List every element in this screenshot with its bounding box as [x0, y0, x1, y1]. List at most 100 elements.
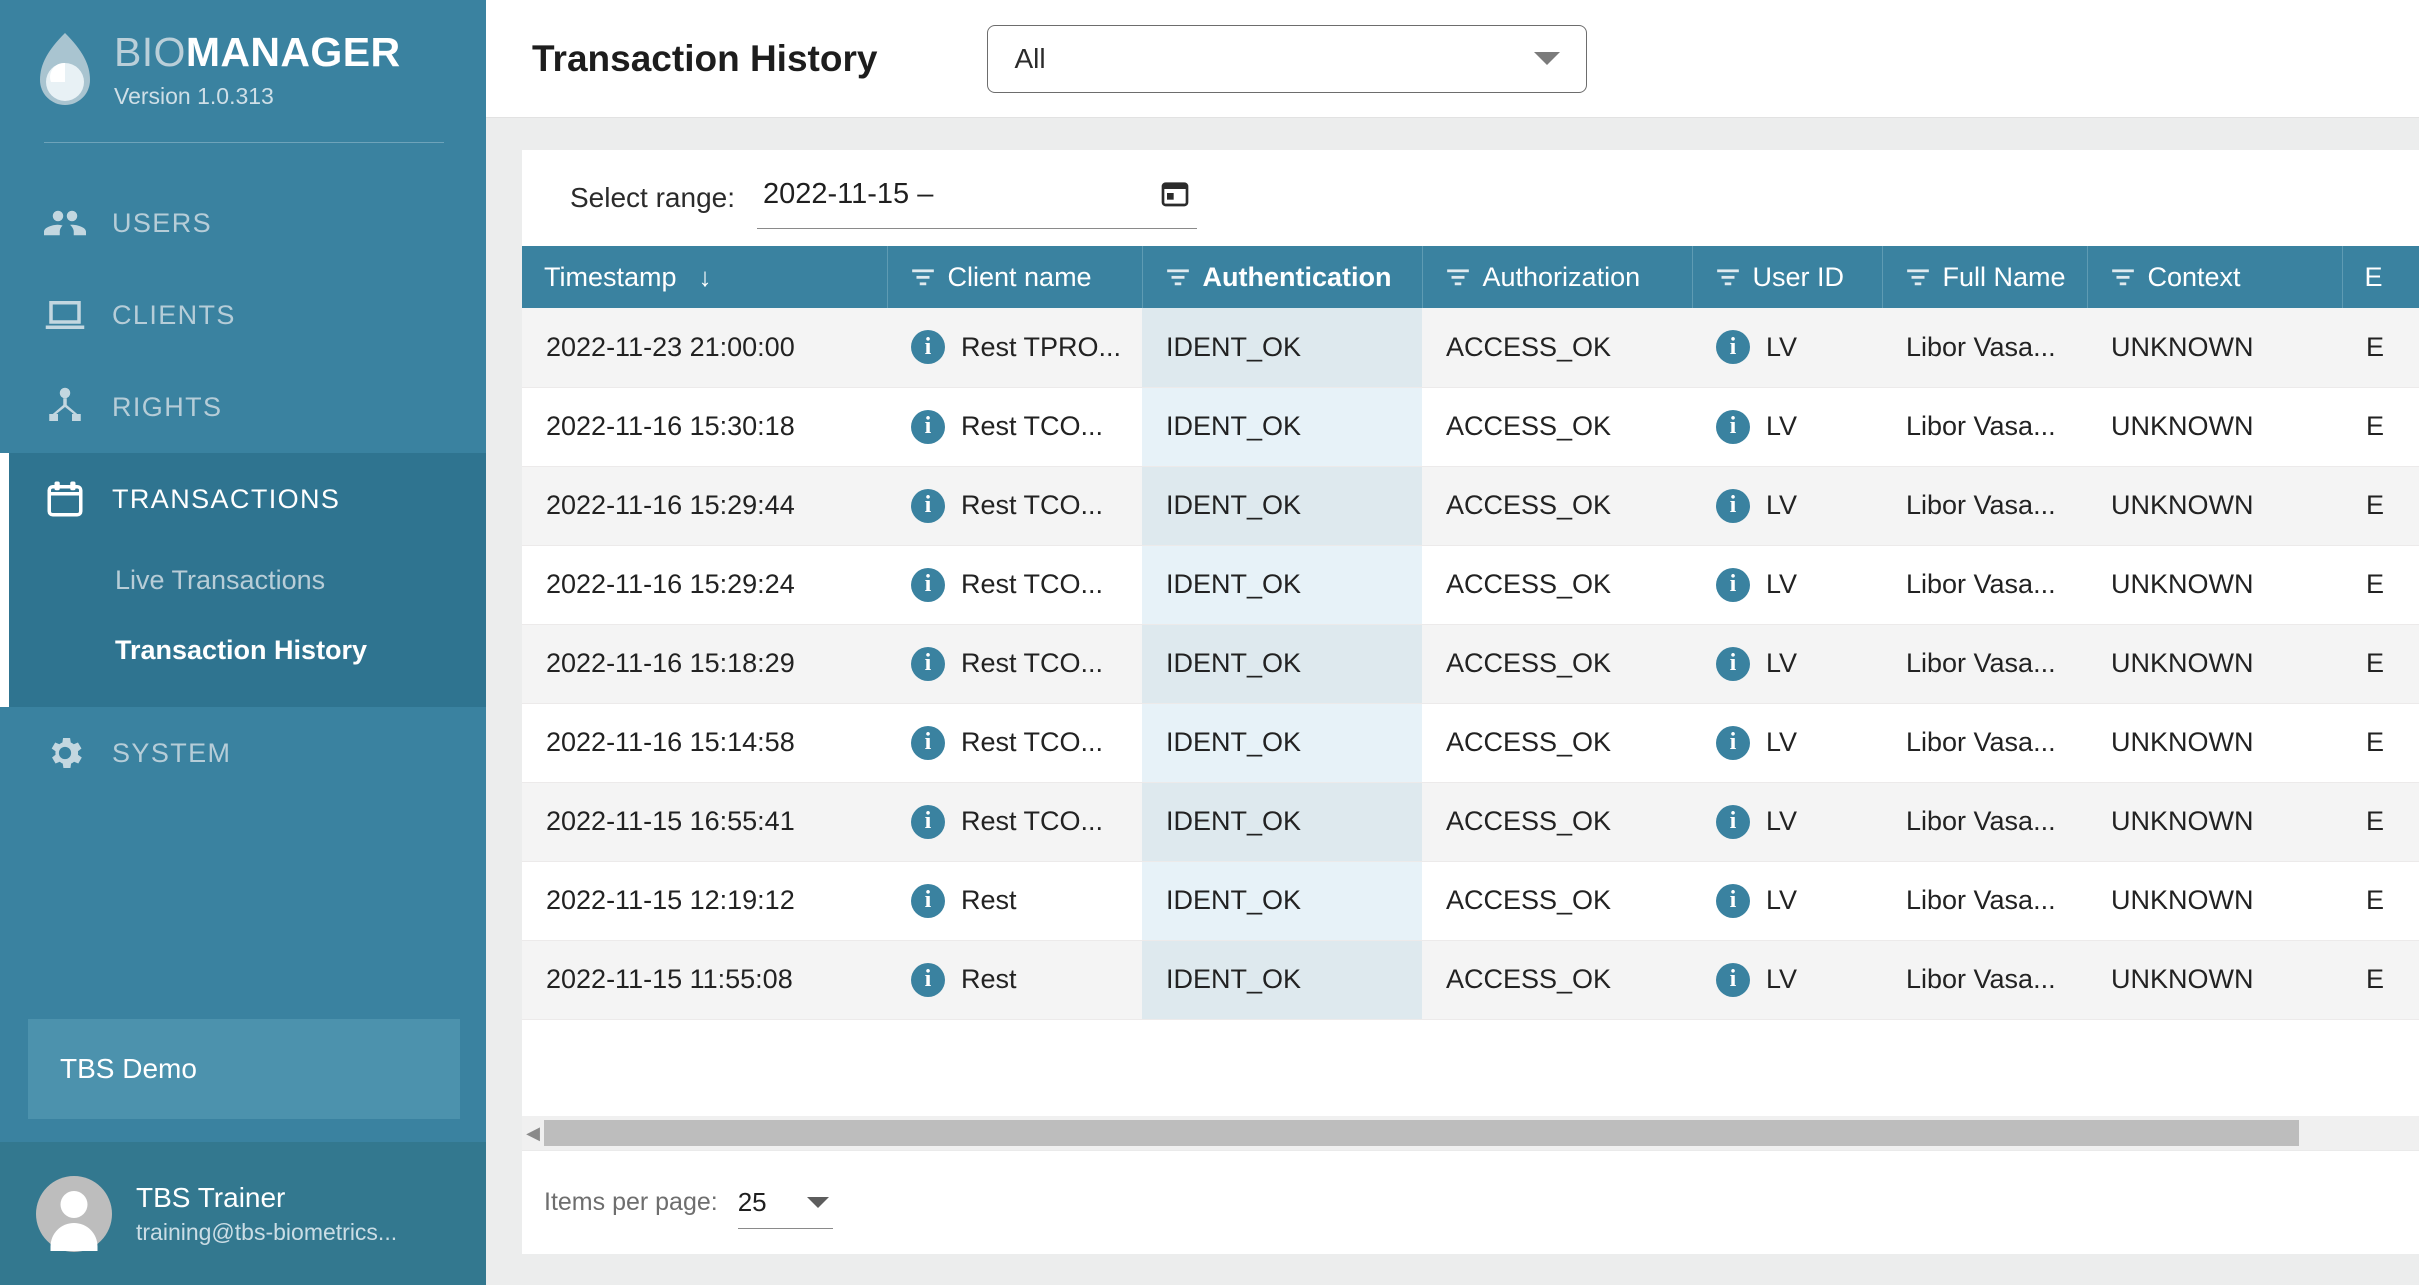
date-range-row: Select range: 2022-11-15 –: [522, 150, 2419, 246]
cell-full-name: Libor Vasa...: [1882, 308, 2087, 388]
cell-client-name: i Rest TCO...: [887, 545, 1142, 625]
column-header-extra[interactable]: E: [2342, 246, 2419, 308]
cell-authorization: ACCESS_OK: [1422, 782, 1692, 862]
status-filter-select[interactable]: All: [987, 24, 1588, 93]
scroll-left-arrow-icon[interactable]: ◀: [522, 1123, 544, 1144]
table-row[interactable]: 2022-11-23 21:00:00 i Rest TPRO... IDENT_OK…: [522, 308, 2419, 388]
cell-authorization: ACCESS_OK: [1422, 466, 1692, 546]
column-label: User ID: [1752, 261, 1845, 292]
sidebar-item-clients[interactable]: CLIENTS: [0, 269, 486, 361]
cell-authentication: IDENT_OK: [1142, 308, 1422, 388]
sidebar-item-label: CLIENTS: [112, 299, 236, 330]
main-area: Transaction History All Clear filters Se…: [486, 0, 2419, 1285]
cell-user-id: i LV: [1692, 861, 1882, 941]
tenant-label: TBS Demo: [60, 1053, 197, 1084]
table-row[interactable]: 2022-11-16 15:29:44 i Rest TCO... IDENT_OK A…: [522, 466, 2419, 546]
user-profile-bar[interactable]: TBS Trainer training@tbs-biometrics...: [0, 1142, 486, 1285]
cell-authorization: ACCESS_OK: [1422, 545, 1692, 625]
cell-client-name: i Rest: [887, 940, 1142, 1020]
filter-icon[interactable]: [910, 264, 936, 290]
sidebar: BIOMANAGER Version 1.0.313 USERS CLIENTS: [0, 0, 486, 1285]
date-range-label: Select range:: [570, 182, 735, 213]
info-icon[interactable]: i: [911, 804, 945, 839]
filter-icon[interactable]: [1445, 264, 1471, 290]
table-row[interactable]: 2022-11-15 16:55:41 i Rest TCO... IDENT_OK A…: [522, 782, 2419, 862]
column-header-user-id[interactable]: User ID: [1692, 246, 1883, 308]
cell-full-name: Libor Vasa...: [1882, 624, 2087, 704]
sidebar-item-label: USERS: [112, 207, 213, 238]
info-icon[interactable]: i: [911, 646, 945, 681]
filter-icon[interactable]: [1905, 264, 1931, 290]
column-header-client-name[interactable]: Client name: [887, 246, 1143, 308]
info-icon[interactable]: i: [1716, 962, 1750, 997]
column-header-timestamp[interactable]: Timestamp ↓: [522, 246, 888, 308]
filter-icon[interactable]: [1715, 264, 1741, 290]
sidebar-subitem-label: Live Transactions: [115, 564, 326, 595]
items-per-page-select[interactable]: 25: [737, 1177, 833, 1229]
cell-context: UNKNOWN: [2087, 782, 2342, 862]
cell-user-id: i LV: [1692, 308, 1882, 388]
info-icon[interactable]: i: [1716, 567, 1750, 602]
sidebar-item-transactions[interactable]: TRANSACTIONS: [9, 453, 486, 545]
info-icon[interactable]: i: [1716, 725, 1750, 760]
info-icon[interactable]: i: [911, 962, 945, 997]
info-icon[interactable]: i: [911, 725, 945, 760]
cell-full-name: Libor Vasa...: [1882, 703, 2087, 783]
column-header-authorization[interactable]: Authorization: [1422, 246, 1693, 308]
calendar-picker-button[interactable]: [1159, 177, 1191, 212]
cell-timestamp: 2022-11-23 21:00:00: [522, 308, 887, 388]
sidebar-subitem-transaction-history[interactable]: Transaction History: [9, 615, 486, 685]
table-row[interactable]: 2022-11-16 15:29:24 i Rest TCO... IDENT_OK A…: [522, 545, 2419, 625]
items-per-page-value: 25: [737, 1186, 767, 1217]
info-icon[interactable]: i: [911, 567, 945, 602]
cell-authentication: IDENT_OK: [1142, 545, 1422, 625]
column-header-context[interactable]: Context: [2087, 246, 2343, 308]
sidebar-item-rights[interactable]: RIGHTS: [0, 361, 486, 453]
users-icon: [44, 202, 86, 244]
cell-full-name: Libor Vasa...: [1882, 940, 2087, 1020]
column-header-authentication[interactable]: Authentication: [1142, 246, 1423, 308]
brand-title: BIOMANAGER: [114, 32, 400, 73]
info-icon[interactable]: i: [911, 488, 945, 523]
filter-icon[interactable]: [1165, 264, 1191, 290]
column-label: Authentication: [1202, 261, 1392, 292]
cell-extra: E: [2342, 782, 2419, 862]
scrollbar-thumb[interactable]: [544, 1120, 2299, 1146]
cell-context: UNKNOWN: [2087, 861, 2342, 941]
filter-icon[interactable]: [2110, 264, 2136, 290]
info-icon[interactable]: i: [911, 409, 945, 444]
user-name: TBS Trainer: [136, 1181, 286, 1213]
tenant-selector[interactable]: TBS Demo: [28, 1019, 460, 1119]
sidebar-item-users[interactable]: USERS: [0, 177, 486, 269]
calendar-picker-icon: [1159, 182, 1191, 212]
sidebar-group-transactions: TRANSACTIONS Live Transactions Transacti…: [0, 453, 486, 707]
info-icon[interactable]: i: [1716, 330, 1750, 365]
table-row[interactable]: 2022-11-16 15:30:18 i Rest TCO... IDENT_OK A…: [522, 387, 2419, 467]
sidebar-subitem-live-transactions[interactable]: Live Transactions: [9, 545, 486, 615]
page-title: Transaction History: [532, 37, 878, 79]
info-icon[interactable]: i: [1716, 409, 1750, 444]
cell-extra: E: [2342, 624, 2419, 704]
cell-client-name: i Rest TCO...: [887, 782, 1142, 862]
date-range-field[interactable]: 2022-11-15 –: [757, 167, 1197, 229]
horizontal-scrollbar[interactable]: ◀ ▶: [522, 1116, 2419, 1150]
cell-context: UNKNOWN: [2087, 308, 2342, 388]
info-icon[interactable]: i: [1716, 488, 1750, 523]
brand-name-light: BIO: [114, 29, 186, 75]
info-icon[interactable]: i: [1716, 804, 1750, 839]
table-header-row: Timestamp ↓ Client name Authentication A…: [522, 246, 2419, 308]
cell-authorization: ACCESS_OK: [1422, 940, 1692, 1020]
info-icon[interactable]: i: [1716, 646, 1750, 681]
table-row[interactable]: 2022-11-16 15:14:58 i Rest TCO... IDENT_OK A…: [522, 703, 2419, 783]
table-row[interactable]: 2022-11-16 15:18:29 i Rest TCO... IDENT_OK A…: [522, 624, 2419, 704]
sidebar-item-system[interactable]: SYSTEM: [0, 707, 486, 799]
cell-timestamp: 2022-11-16 15:14:58: [522, 703, 887, 783]
table-row[interactable]: 2022-11-15 11:55:08 i Rest IDENT_OK ACCESS_O…: [522, 940, 2419, 1020]
arrow-down-icon: ↓: [698, 261, 712, 292]
info-icon[interactable]: i: [911, 330, 945, 365]
info-icon[interactable]: i: [1716, 883, 1750, 918]
user-avatar-icon: [36, 1175, 112, 1252]
info-icon[interactable]: i: [911, 883, 945, 918]
column-header-full-name[interactable]: Full Name: [1882, 246, 2088, 308]
table-row[interactable]: 2022-11-15 12:19:12 i Rest IDENT_OK ACCESS_O…: [522, 861, 2419, 941]
